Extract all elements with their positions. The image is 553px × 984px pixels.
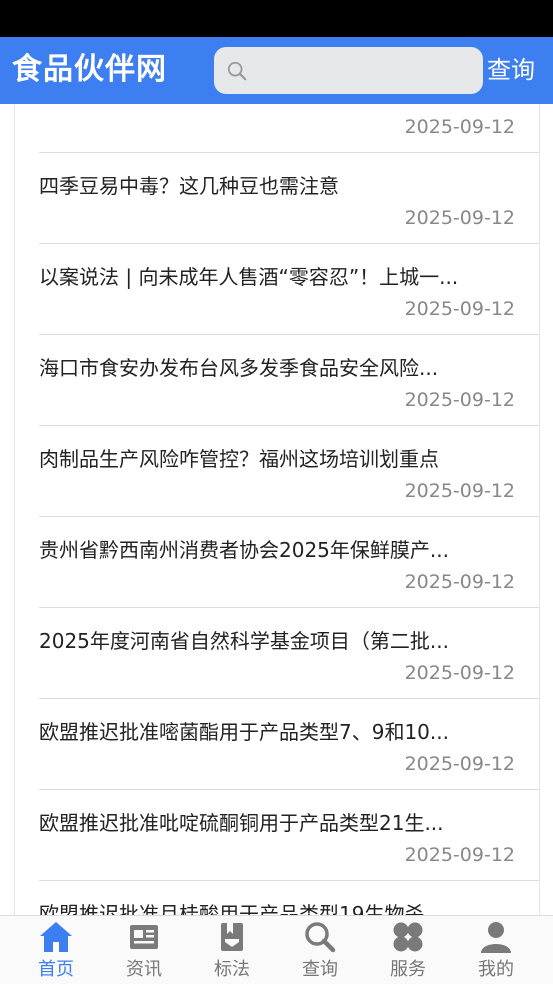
- news-date: 2025-09-12: [404, 662, 515, 684]
- search-box[interactable]: [214, 47, 483, 94]
- list-item[interactable]: 2025-09-12: [39, 104, 539, 153]
- list-item[interactable]: 欧盟推迟批准月桂酸用于产品类型19生物杀...: [39, 881, 539, 916]
- news-date: 2025-09-12: [404, 753, 515, 775]
- news-content: 2025-09-12 四季豆易中毒？这几种豆也需注意 2025-09-12 以案…: [14, 104, 540, 916]
- news-title: 欧盟推迟批准月桂酸用于产品类型19生物杀...: [39, 902, 444, 916]
- news-title: 海口市食安办发布台风多发季食品安全风险...: [39, 356, 439, 380]
- tab-query[interactable]: 查询: [276, 916, 364, 984]
- list-item[interactable]: 欧盟推迟批准嘧菌酯用于产品类型7、9和10... 2025-09-12: [39, 699, 539, 790]
- tab-label: 标法: [214, 959, 250, 980]
- list-item[interactable]: 海口市食安办发布台风多发季食品安全风险... 2025-09-12: [39, 335, 539, 426]
- list-item[interactable]: 以案说法 | 向未成年人售酒“零容忍”！上城一... 2025-09-12: [39, 244, 539, 335]
- bottom-tab-bar: 首页 资讯 标法 查询 服务 我的: [0, 915, 553, 984]
- news-date: 2025-09-12: [404, 116, 515, 138]
- list-item[interactable]: 欧盟推迟批准吡啶硫酮铜用于产品类型21生... 2025-09-12: [39, 790, 539, 881]
- tab-label: 查询: [302, 959, 338, 980]
- site-logo[interactable]: 食品伙伴网: [12, 51, 167, 89]
- news-title: 肉制品生产风险咋管控？福州这场培训划重点: [39, 447, 439, 471]
- news-title: 欧盟推迟批准吡啶硫酮铜用于产品类型21生...: [39, 811, 444, 835]
- news-date: 2025-09-12: [404, 298, 515, 320]
- search-icon: [305, 922, 336, 953]
- news-list: 2025-09-12 四季豆易中毒？这几种豆也需注意 2025-09-12 以案…: [39, 104, 539, 916]
- tab-news[interactable]: 资讯: [100, 916, 188, 984]
- tab-profile[interactable]: 我的: [452, 916, 540, 984]
- tab-services[interactable]: 服务: [364, 916, 452, 984]
- news-title: 2025年度河南省自然科学基金项目（第二批...: [39, 629, 449, 653]
- news-title: 四季豆易中毒？这几种豆也需注意: [39, 174, 339, 198]
- news-title: 贵州省黔西南州消费者协会2025年保鲜膜产...: [39, 538, 449, 562]
- tab-label: 首页: [38, 959, 74, 980]
- search-icon: [227, 61, 247, 81]
- tab-label: 我的: [478, 959, 514, 980]
- tab-label: 服务: [390, 959, 426, 980]
- search-button[interactable]: 查询: [487, 54, 535, 86]
- news-date: 2025-09-12: [404, 480, 515, 502]
- standard-icon: [221, 923, 243, 951]
- header-bar: 食品伙伴网 查询: [0, 37, 553, 104]
- news-title: 以案说法 | 向未成年人售酒“零容忍”！上城一...: [39, 265, 459, 289]
- tab-standards[interactable]: 标法: [188, 916, 276, 984]
- news-date: 2025-09-12: [404, 207, 515, 229]
- profile-icon: [481, 922, 511, 953]
- home-icon: [40, 922, 72, 952]
- news-date: 2025-09-12: [404, 844, 515, 866]
- list-item[interactable]: 肉制品生产风险咋管控？福州这场培训划重点 2025-09-12: [39, 426, 539, 517]
- news-date: 2025-09-12: [404, 571, 515, 593]
- news-icon: [130, 925, 158, 949]
- list-item[interactable]: 2025年度河南省自然科学基金项目（第二批... 2025-09-12: [39, 608, 539, 699]
- news-title: 欧盟推迟批准嘧菌酯用于产品类型7、9和10...: [39, 720, 449, 744]
- services-icon: [393, 922, 423, 952]
- list-item[interactable]: 四季豆易中毒？这几种豆也需注意 2025-09-12: [39, 153, 539, 244]
- status-bar: [0, 0, 553, 37]
- tab-label: 资讯: [126, 959, 162, 980]
- tab-home[interactable]: 首页: [12, 916, 100, 984]
- search-input[interactable]: [256, 55, 480, 87]
- list-item[interactable]: 贵州省黔西南州消费者协会2025年保鲜膜产... 2025-09-12: [39, 517, 539, 608]
- news-date: 2025-09-12: [404, 389, 515, 411]
